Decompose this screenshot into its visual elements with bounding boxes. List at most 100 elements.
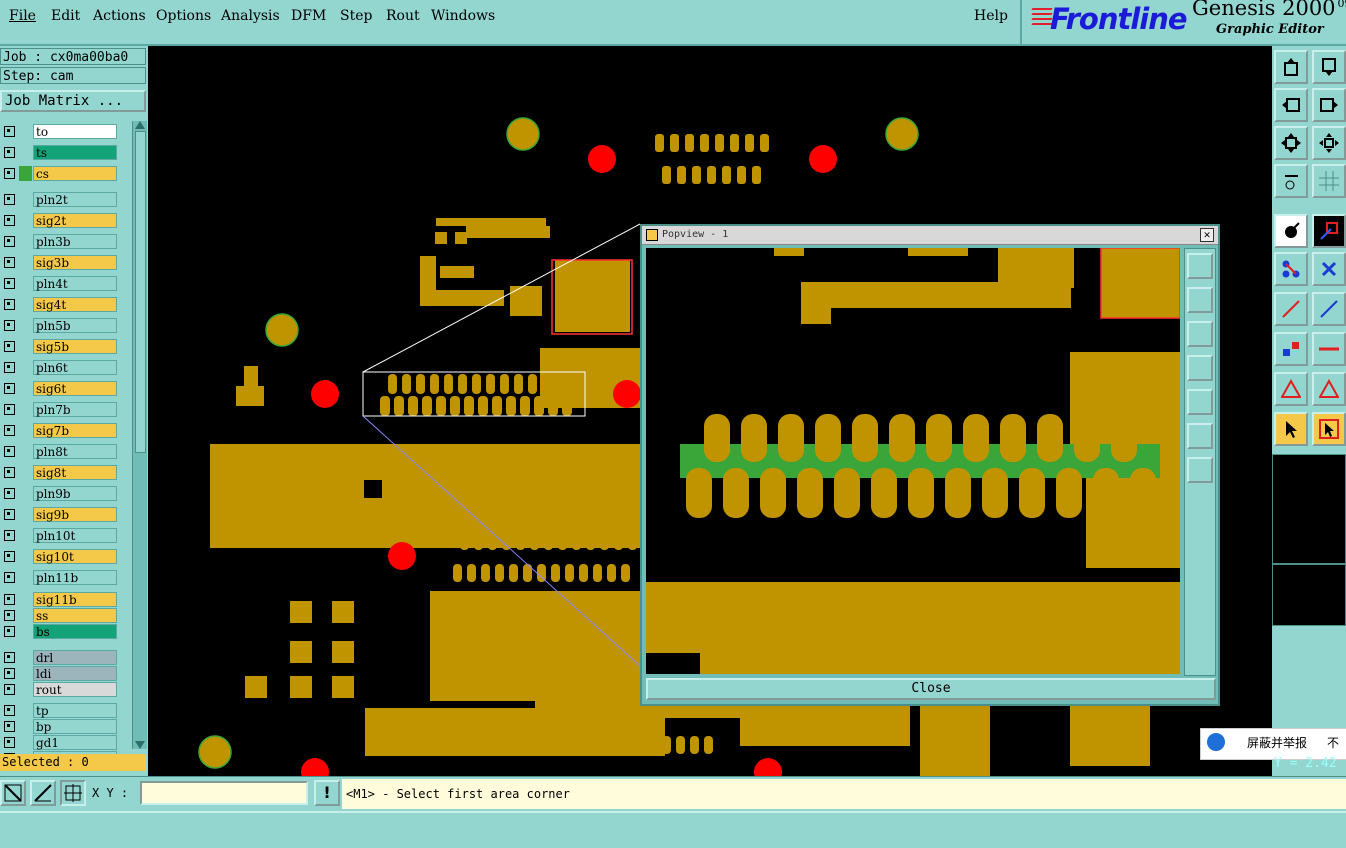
layer-row-sig6t[interactable]: sig6t — [0, 381, 122, 396]
layer-name[interactable]: drl — [33, 650, 117, 665]
pad-add-icon[interactable] — [1274, 332, 1308, 366]
layer-checkbox[interactable] — [4, 425, 15, 436]
pan-down-icon[interactable] — [1187, 321, 1213, 347]
layer-checkbox[interactable] — [4, 362, 15, 373]
layer-checkbox[interactable] — [4, 194, 15, 205]
layer-name[interactable]: tp — [33, 703, 117, 718]
pan-up-icon[interactable] — [1187, 287, 1213, 313]
layer-name[interactable]: pln2t — [33, 192, 117, 207]
popview-close-button[interactable]: Close — [646, 678, 1216, 700]
layer-row-pln4t[interactable]: pln4t — [0, 276, 122, 291]
scroll-thumb[interactable] — [135, 131, 146, 453]
menu-help[interactable]: Help — [974, 8, 1008, 24]
layer-row-pln6t[interactable]: pln6t — [0, 360, 122, 375]
layer-row-pln11b[interactable]: pln11b — [0, 570, 122, 585]
snap-grid-icon[interactable] — [60, 780, 86, 806]
layer-name[interactable]: sig6t — [33, 381, 117, 396]
layer-checkbox[interactable] — [4, 684, 15, 695]
layer-checkbox[interactable] — [4, 467, 15, 478]
menu-analysis[interactable]: Analysis — [221, 8, 280, 24]
layer-row-drl[interactable]: drl — [0, 650, 122, 665]
layer-checkbox[interactable] — [4, 668, 15, 679]
layer-name[interactable]: rout — [33, 682, 117, 697]
connect-points-icon[interactable] — [1274, 252, 1308, 286]
layer-name[interactable]: sig10t — [33, 549, 117, 564]
layer-name[interactable]: sig3b — [33, 255, 117, 270]
layer-name[interactable]: pln3b — [33, 234, 117, 249]
layer-name[interactable]: sig11b — [33, 592, 117, 607]
zoom-fit-icon[interactable] — [1274, 126, 1308, 160]
layer-name[interactable]: sig2t — [33, 213, 117, 228]
layer-checkbox[interactable] — [4, 572, 15, 583]
layer-name[interactable]: ldi — [33, 666, 117, 681]
layer-checkbox[interactable] — [4, 341, 15, 352]
menu-options[interactable]: Options — [156, 8, 211, 24]
layer-name[interactable]: pln4t — [33, 276, 117, 291]
popview-canvas[interactable] — [646, 248, 1180, 674]
triangle-snap-icon[interactable] — [1274, 372, 1308, 406]
menu-edit[interactable]: Edit — [51, 8, 80, 24]
zoom-in-icon[interactable] — [1187, 457, 1213, 483]
layer-row-rout[interactable]: rout — [0, 682, 122, 697]
pan-left-icon[interactable] — [1274, 88, 1308, 122]
zoom-home-icon[interactable] — [1187, 253, 1213, 279]
layer-name[interactable]: to — [33, 124, 117, 139]
job-matrix-button[interactable]: Job Matrix ... — [0, 90, 146, 112]
layer-name[interactable]: sig4t — [33, 297, 117, 312]
layer-checkbox[interactable] — [4, 509, 15, 520]
layer-row-gd1[interactable]: gd1 — [0, 735, 122, 750]
layer-checkbox[interactable] — [4, 215, 15, 226]
line-draw-icon[interactable] — [1274, 292, 1308, 326]
layer-row-sig10t[interactable]: sig10t — [0, 549, 122, 564]
layer-name[interactable]: sig9b — [33, 507, 117, 522]
layer-checkbox[interactable] — [4, 126, 15, 137]
layer-checkbox[interactable] — [4, 257, 15, 268]
pointer-icon[interactable] — [1274, 412, 1308, 446]
layer-checkbox[interactable] — [4, 488, 15, 499]
popview-titlebar[interactable]: Popview - 1 ✕ — [642, 226, 1218, 245]
layer-checkbox[interactable] — [4, 737, 15, 748]
layer-row-pln5b[interactable]: pln5b — [0, 318, 122, 333]
cross-icon[interactable] — [1312, 252, 1346, 286]
layer-name[interactable]: ts — [33, 145, 117, 160]
layer-checkbox[interactable] — [4, 278, 15, 289]
layer-row-ldi[interactable]: ldi — [0, 666, 122, 681]
scroll-down-icon[interactable] — [135, 741, 145, 749]
layer-checkbox[interactable] — [4, 404, 15, 415]
layer-row-bp[interactable]: bp — [0, 719, 122, 734]
layer-scrollbar[interactable] — [132, 121, 147, 749]
layer-name[interactable]: sig7b — [33, 423, 117, 438]
layer-row-pln10t[interactable]: pln10t — [0, 528, 122, 543]
measure-icon[interactable] — [1274, 164, 1308, 198]
menu-rout[interactable]: Rout — [386, 8, 420, 24]
layer-row-sig9b[interactable]: sig9b — [0, 507, 122, 522]
layer-name[interactable]: pln11b — [33, 570, 117, 585]
layer-checkbox[interactable] — [4, 652, 15, 663]
layer-checkbox[interactable] — [4, 383, 15, 394]
layer-row-tp[interactable]: tp — [0, 703, 122, 718]
layer-checkbox[interactable] — [4, 446, 15, 457]
layer-row-bs[interactable]: bs — [0, 624, 122, 639]
layer-name[interactable]: bs — [33, 624, 117, 639]
layer-checkbox[interactable] — [4, 168, 15, 179]
layer-name[interactable]: pln8t — [33, 444, 117, 459]
layer-checkbox[interactable] — [4, 721, 15, 732]
layer-name[interactable]: gd1 — [33, 735, 117, 750]
layer-row-sig7b[interactable]: sig7b — [0, 423, 122, 438]
select-feature-icon[interactable] — [1274, 214, 1308, 248]
layer-row-sig3b[interactable]: sig3b — [0, 255, 122, 270]
layer-row-cs[interactable]: cs — [0, 166, 122, 181]
layer-checkbox[interactable] — [4, 626, 15, 637]
zoom-area-icon[interactable] — [0, 780, 26, 806]
menu-windows[interactable]: Windows — [431, 8, 495, 24]
layer-row-pln3b[interactable]: pln3b — [0, 234, 122, 249]
menu-dfm[interactable]: DFM — [291, 8, 326, 24]
triangle-angle-icon[interactable] — [1312, 372, 1346, 406]
measure-angle-icon[interactable] — [30, 780, 56, 806]
xy-input[interactable] — [140, 781, 308, 805]
pointer-box-icon[interactable] — [1312, 412, 1346, 446]
pan-up-icon[interactable] — [1274, 50, 1308, 84]
layer-row-pln2t[interactable]: pln2t — [0, 192, 122, 207]
close-icon[interactable]: ✕ — [1200, 228, 1214, 242]
pan-right-icon[interactable] — [1312, 88, 1346, 122]
